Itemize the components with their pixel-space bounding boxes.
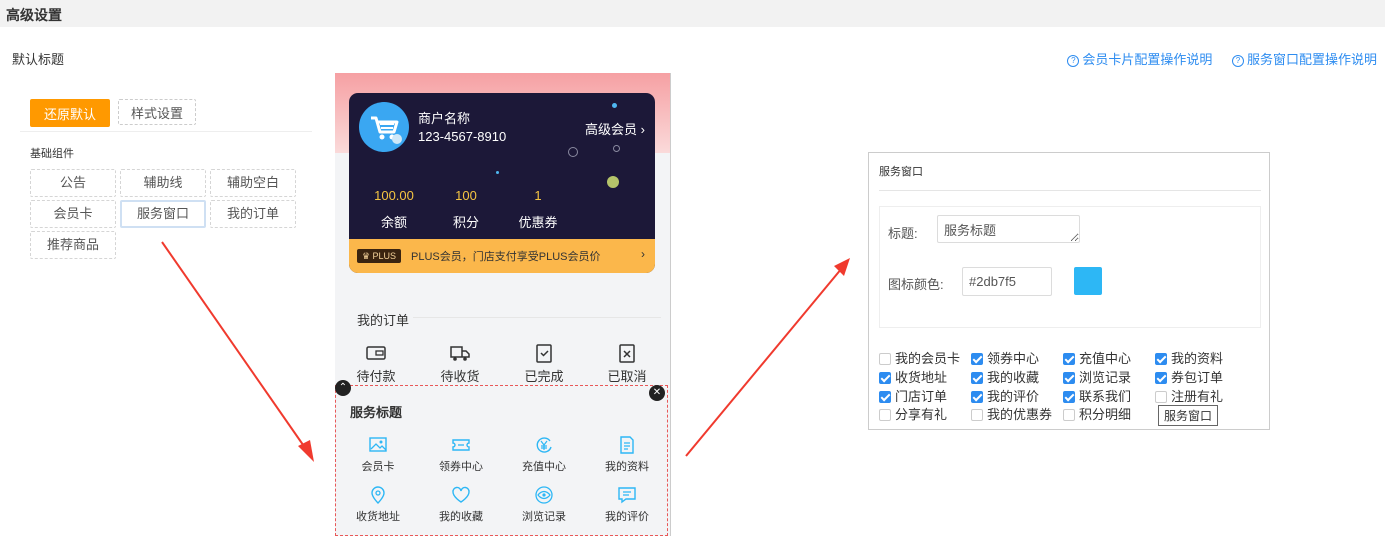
arrow-to-settings	[685, 258, 850, 457]
arrow-to-phone	[161, 241, 314, 462]
annotation-arrows	[161, 241, 850, 462]
